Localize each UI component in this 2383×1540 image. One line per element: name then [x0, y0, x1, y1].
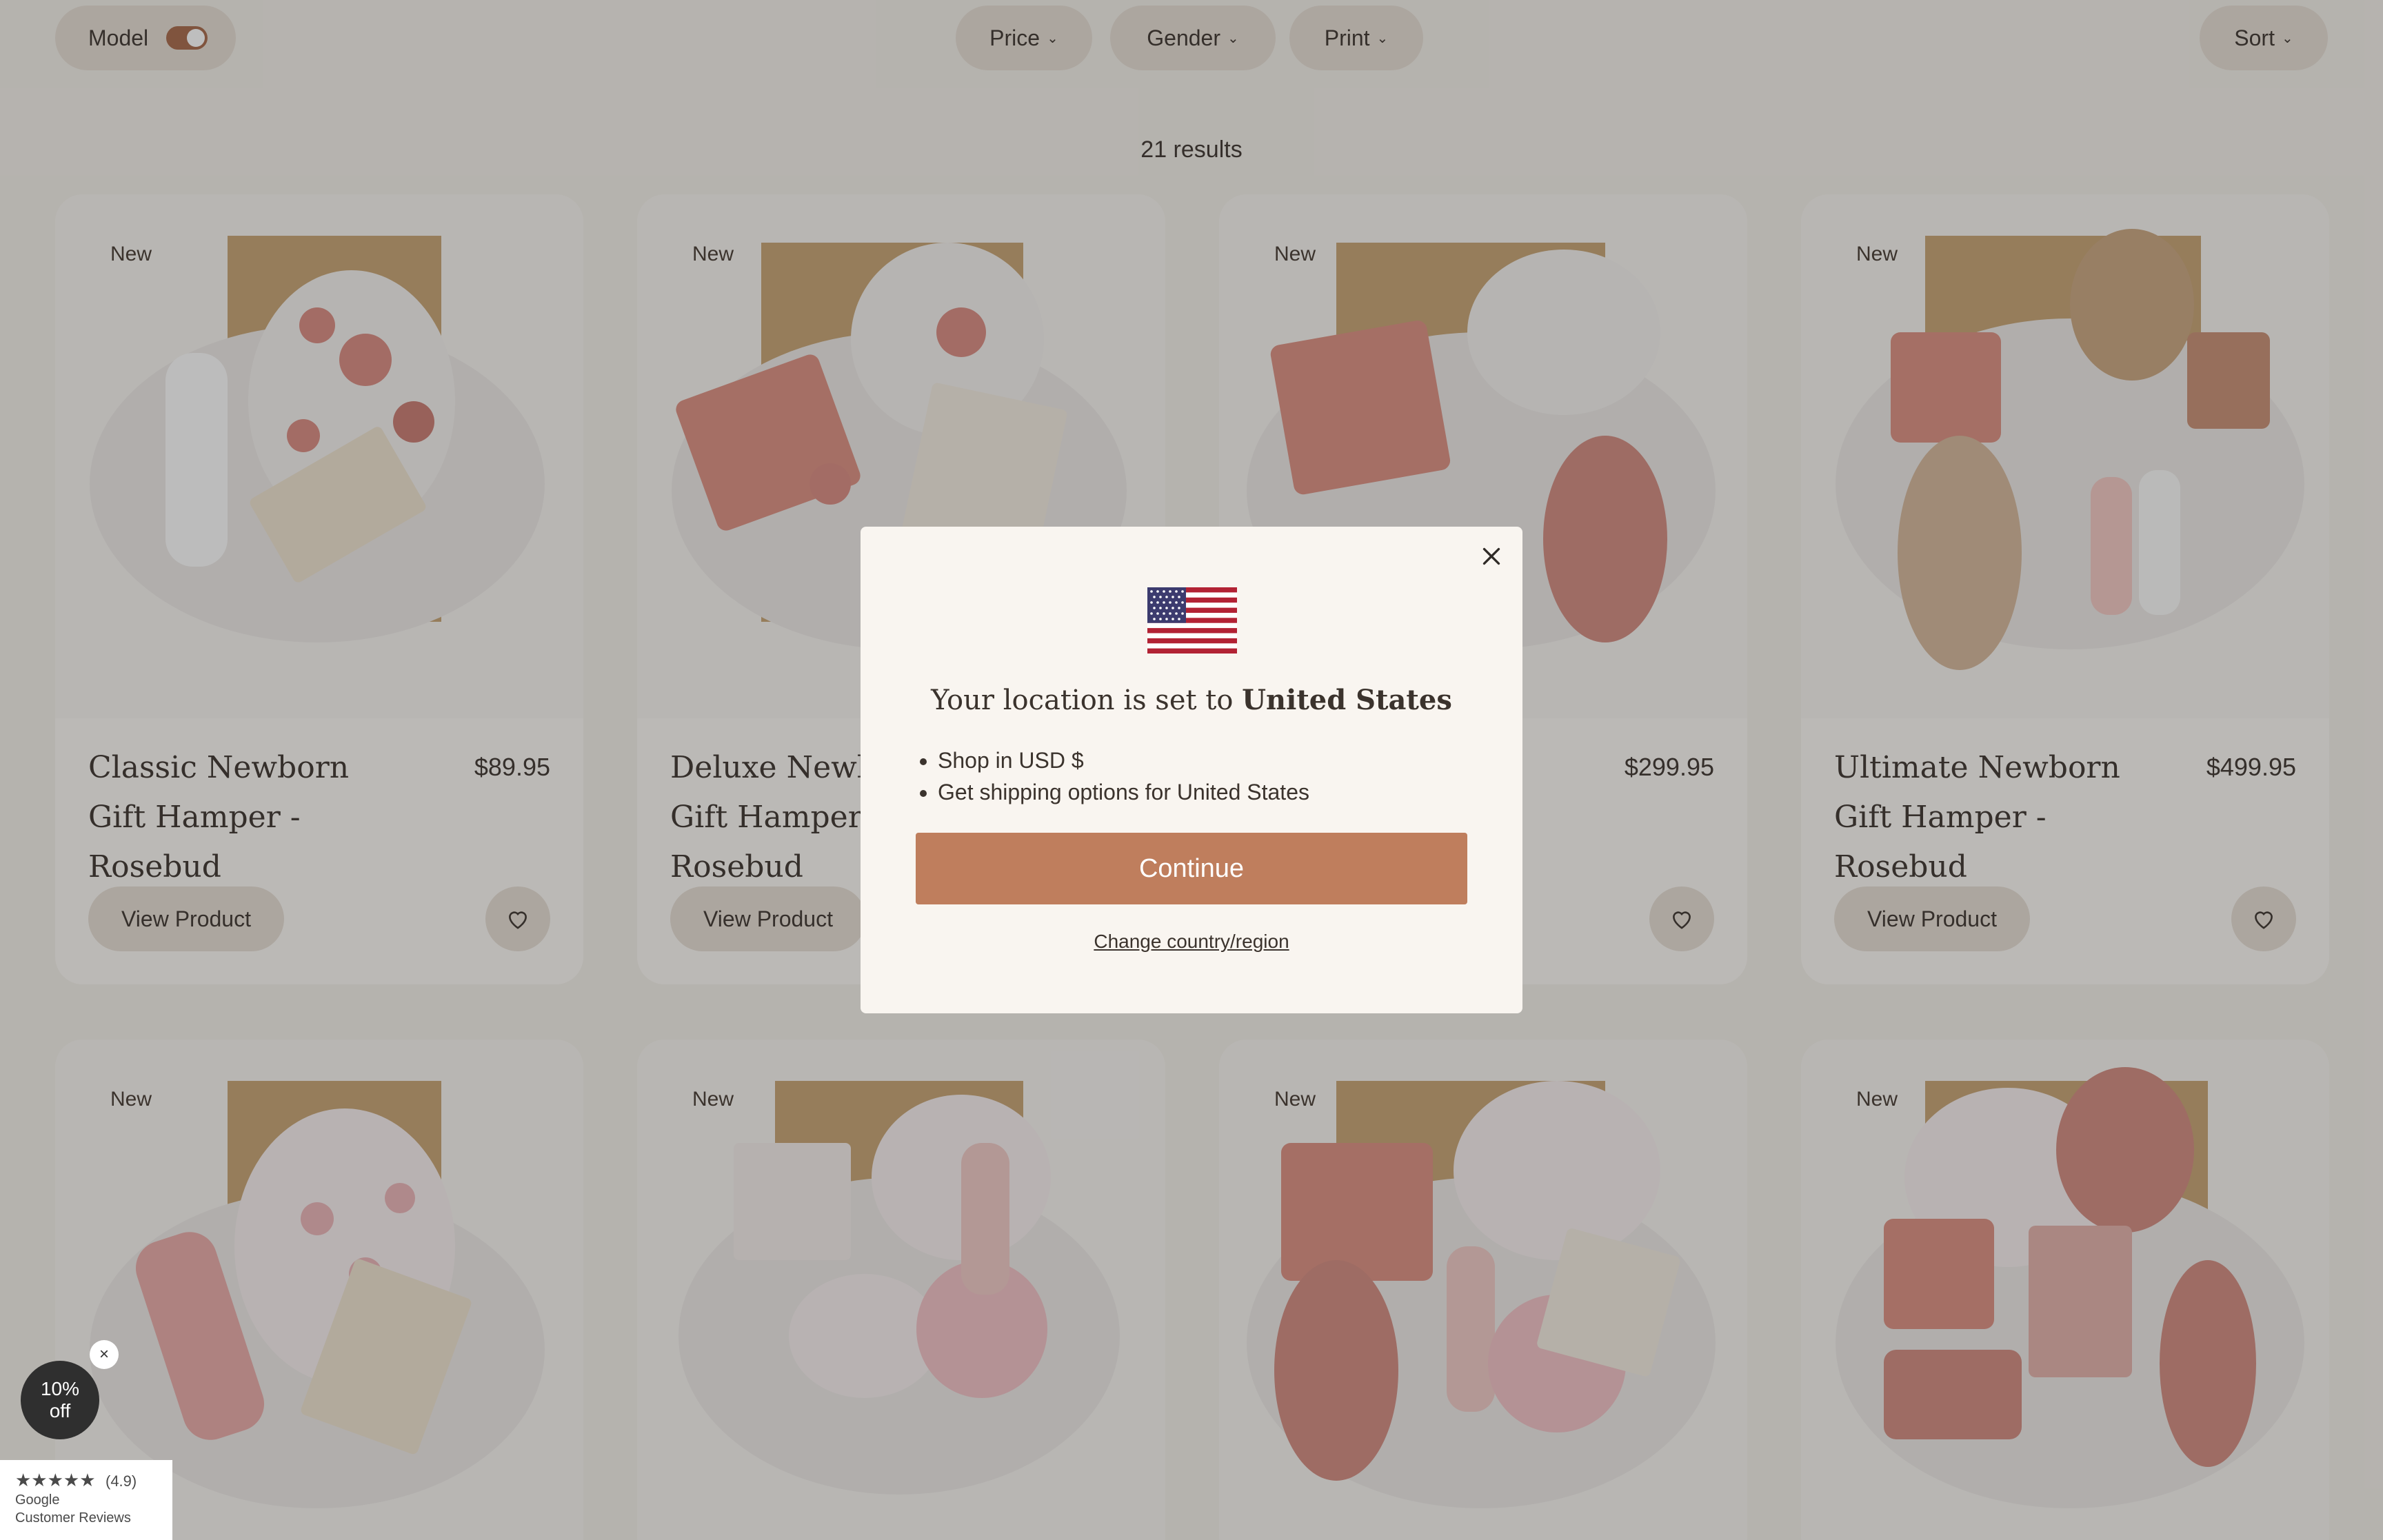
- continue-button[interactable]: Continue: [916, 833, 1467, 904]
- google-reviews-widget[interactable]: ★★★★★ (4.9) Google Customer Reviews: [0, 1460, 172, 1540]
- location-title: Your location is set to United States: [861, 684, 1522, 716]
- new-badge: New: [1856, 1088, 1898, 1111]
- discount-close-button[interactable]: ×: [90, 1340, 119, 1369]
- discount-percent: 10%: [40, 1378, 80, 1399]
- close-button[interactable]: [1474, 539, 1509, 574]
- new-badge: New: [110, 243, 152, 265]
- rating-stars-icon: ★★★★★: [15, 1470, 96, 1490]
- close-icon: [1482, 547, 1500, 565]
- change-country-link[interactable]: Change country/region: [861, 931, 1522, 953]
- new-badge: New: [1274, 1088, 1316, 1111]
- discount-bubble[interactable]: 10% off: [21, 1361, 99, 1439]
- list-item: Shop in USD $: [938, 744, 1309, 776]
- list-item: Get shipping options for United States: [938, 776, 1309, 808]
- new-badge: New: [1856, 243, 1898, 265]
- new-badge: New: [110, 1088, 152, 1111]
- location-benefits-list: Shop in USD $ Get shipping options for U…: [938, 744, 1309, 808]
- location-title-prefix: Your location is set to: [931, 685, 1234, 716]
- new-badge: New: [692, 243, 734, 265]
- new-badge: New: [692, 1088, 734, 1111]
- new-badge: New: [1274, 243, 1316, 265]
- reviews-source: Google: [15, 1492, 60, 1508]
- location-modal: Your location is set to United States Sh…: [861, 527, 1522, 1013]
- discount-off: off: [49, 1400, 71, 1421]
- us-flag-icon: [1147, 587, 1237, 654]
- reviews-caption: Customer Reviews: [15, 1510, 131, 1526]
- rating-value: (4.9): [105, 1472, 137, 1490]
- location-country: United States: [1242, 684, 1452, 716]
